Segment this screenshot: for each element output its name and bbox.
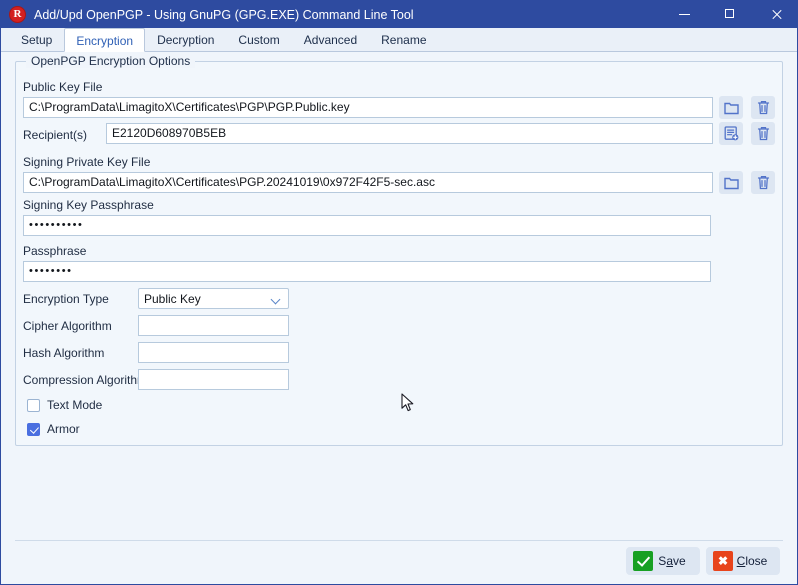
maximize-icon: [724, 9, 736, 20]
trash-icon: [757, 100, 769, 115]
trash-icon: [757, 175, 769, 190]
minimize-icon: [678, 9, 690, 20]
save-button[interactable]: Save: [626, 547, 700, 575]
tab-decryption[interactable]: Decryption: [145, 27, 226, 51]
app-logo-letter: R: [13, 8, 22, 20]
recipients-select-button[interactable]: [719, 122, 743, 145]
application-window: R Add/Upd OpenPGP - Using GnuPG (GPG.EXE…: [0, 0, 798, 585]
footer-separator: [15, 540, 783, 541]
close-button[interactable]: ✖ Close: [706, 547, 780, 575]
tab-encryption[interactable]: Encryption: [64, 28, 146, 52]
close-window-button[interactable]: [753, 1, 798, 28]
hash-algorithm-input[interactable]: [138, 342, 289, 363]
encryption-tab-panel: OpenPGP Encryption Options Public Key Fi…: [1, 52, 797, 584]
save-button-label: Save: [658, 554, 686, 568]
passphrase-input[interactable]: ••••••••: [23, 261, 711, 282]
public-key-file-input[interactable]: C:\ProgramData\LimagitoX\Certificates\PG…: [23, 97, 713, 118]
group-legend: OpenPGP Encryption Options: [26, 54, 196, 68]
hash-algorithm-label: Hash Algorithm: [23, 346, 105, 360]
encryption-type-value: Public Key: [144, 291, 201, 306]
signing-private-key-file-input[interactable]: C:\ProgramData\LimagitoX\Certificates\PG…: [23, 172, 713, 193]
folder-icon: [723, 102, 739, 114]
signing-key-passphrase-input[interactable]: ••••••••••: [23, 215, 711, 236]
tab-rename[interactable]: Rename: [369, 27, 438, 51]
checkbox-box: [27, 422, 40, 436]
public-key-clear-button[interactable]: [751, 96, 775, 119]
text-mode-checkbox[interactable]: Text Mode: [27, 398, 102, 412]
window-controls: [661, 1, 798, 28]
app-logo-icon: R: [9, 6, 26, 23]
certificate-list-add-icon: [724, 126, 738, 141]
encryption-type-select[interactable]: Public Key: [138, 288, 289, 309]
compression-algorithm-label: Compression Algorithm: [23, 373, 148, 387]
tab-bar: Setup Encryption Decryption Custom Advan…: [1, 28, 797, 52]
public-key-file-label: Public Key File: [23, 80, 103, 94]
armor-label: Armor: [47, 422, 80, 436]
minimize-button[interactable]: [661, 1, 707, 28]
trash-icon: [757, 126, 769, 141]
signing-key-clear-button[interactable]: [751, 171, 775, 194]
close-icon: [771, 9, 782, 20]
text-mode-label: Text Mode: [47, 398, 103, 412]
cipher-algorithm-input[interactable]: [138, 315, 289, 336]
maximize-button[interactable]: [707, 1, 753, 28]
recipients-input[interactable]: E2120D608970B5EB: [106, 123, 713, 144]
title-bar: R Add/Upd OpenPGP - Using GnuPG (GPG.EXE…: [1, 1, 798, 28]
folder-icon: [723, 177, 739, 189]
openpgp-encryption-options-group: OpenPGP Encryption Options: [15, 54, 783, 446]
window-title: Add/Upd OpenPGP - Using GnuPG (GPG.EXE) …: [34, 7, 414, 22]
encryption-type-label: Encryption Type: [23, 292, 109, 306]
close-button-label: Close: [736, 554, 768, 568]
passphrase-label: Passphrase: [23, 244, 87, 258]
signing-key-passphrase-label: Signing Key Passphrase: [23, 198, 154, 212]
tab-setup[interactable]: Setup: [9, 27, 64, 51]
compression-algorithm-input[interactable]: [138, 369, 289, 390]
checkbox-box: [27, 398, 40, 412]
recipients-label: Recipient(s): [23, 128, 88, 142]
armor-checkbox[interactable]: Armor: [27, 422, 80, 436]
tab-advanced[interactable]: Advanced: [292, 27, 369, 51]
cipher-algorithm-label: Cipher Algorithm: [23, 319, 112, 333]
signing-key-browse-button[interactable]: [719, 171, 743, 194]
public-key-browse-button[interactable]: [719, 96, 743, 119]
green-check-icon: [633, 551, 653, 571]
chevron-down-icon: [271, 294, 281, 304]
recipients-clear-button[interactable]: [751, 122, 775, 145]
red-x-icon: ✖: [713, 551, 733, 571]
signing-private-key-file-label: Signing Private Key File: [23, 155, 151, 169]
tab-custom[interactable]: Custom: [226, 27, 291, 51]
